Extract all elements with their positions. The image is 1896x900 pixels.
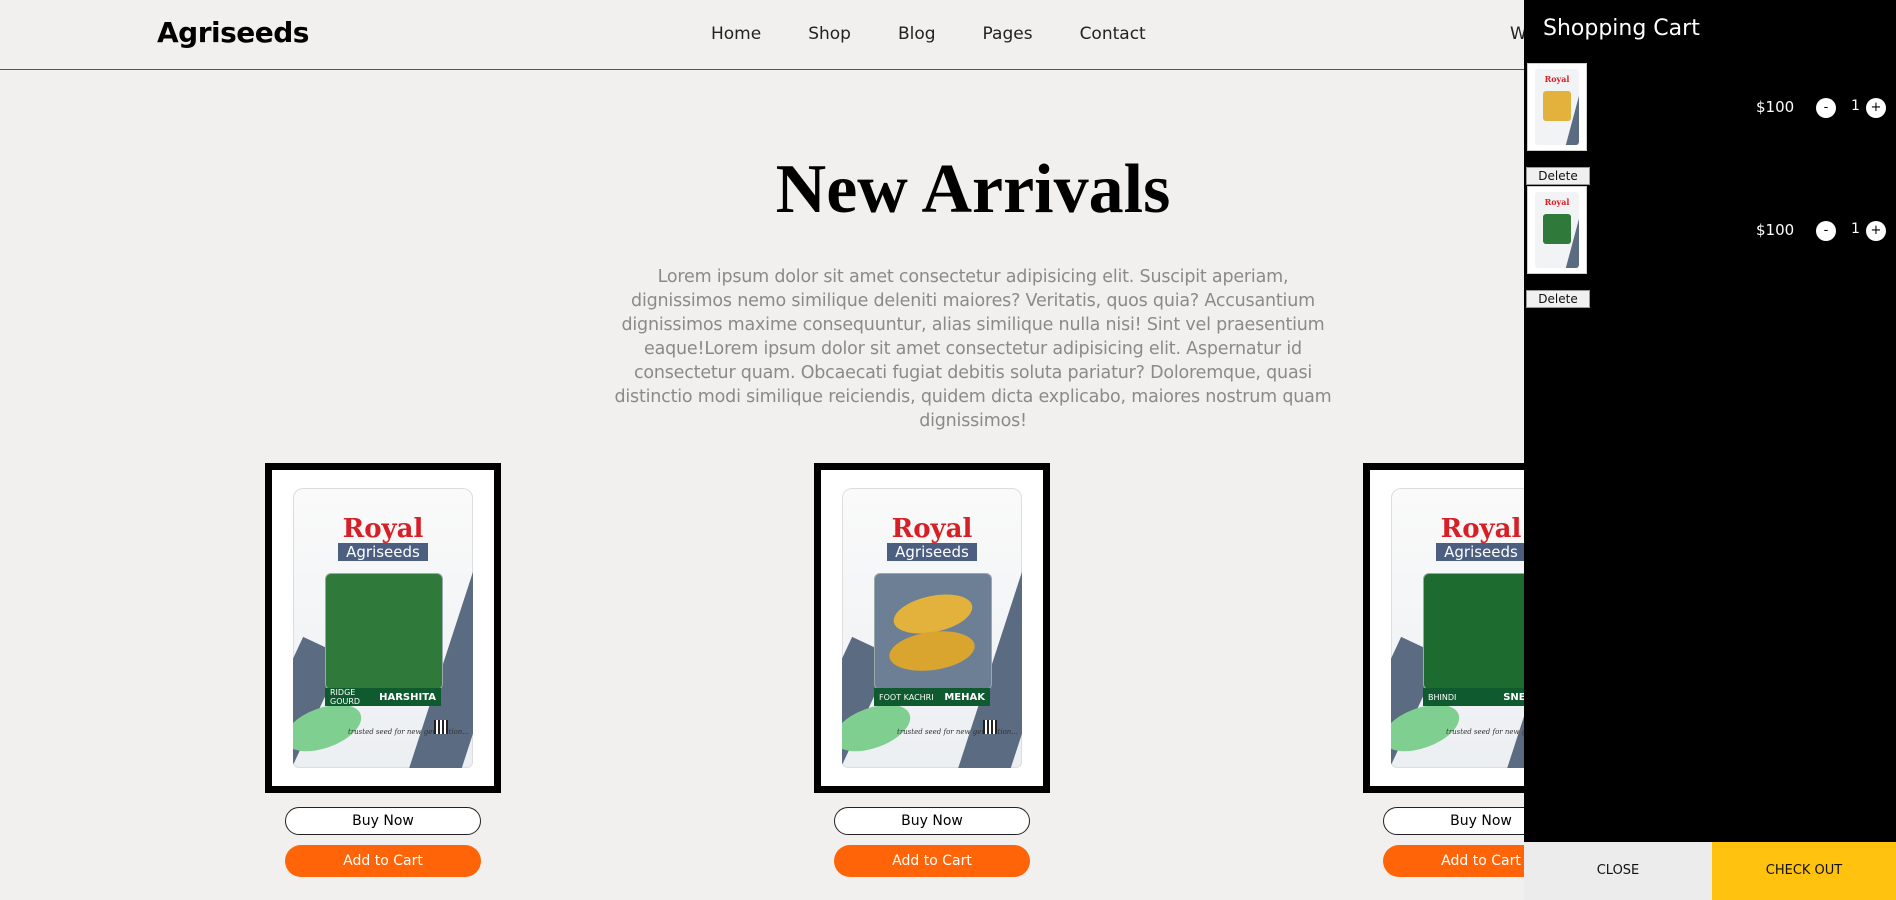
product-image-frame[interactable]: Royal Agriseeds FOOT KACHRI MEHAK truste… (814, 463, 1050, 793)
packet-window (874, 573, 992, 690)
thumb-brand: Royal (1544, 197, 1570, 207)
add-to-cart-button[interactable]: Add to Cart (834, 845, 1030, 877)
packet-crop: BHINDI (1428, 692, 1457, 702)
packet-label-band: RIDGE GOURD HARSHITA (325, 688, 441, 706)
delete-item-button[interactable]: Delete (1526, 290, 1590, 308)
packet-brand: Royal (891, 514, 973, 544)
qr-code-icon (434, 720, 448, 734)
seed-packet-image: Royal Agriseeds RIDGE GOURD HARSHITA tru… (293, 488, 473, 768)
nav-link-contact[interactable]: Contact (1080, 24, 1146, 44)
product-card: Royal Agriseeds RIDGE GOURD HARSHITA tru… (265, 463, 501, 877)
qr-code-icon (983, 720, 997, 734)
cart-item-quantity: 1 (1851, 221, 1860, 237)
packet-brand-sub: Agriseeds (887, 543, 977, 561)
cart-item-price: $100 (1756, 221, 1795, 239)
packet-window (325, 573, 443, 690)
packet-label-band: FOOT KACHRI MEHAK (874, 688, 990, 706)
checkout-button[interactable]: CHECK OUT (1712, 842, 1896, 900)
packet-tagline: trusted seed for new generation... (897, 728, 1018, 736)
buy-now-button[interactable]: Buy Now (285, 807, 481, 835)
packet-variety: HARSHITA (379, 691, 436, 703)
cart-item: Royal $100 - 1 + Delete (1524, 63, 1896, 185)
packet-label-band: BHINDI SNEH (1423, 688, 1539, 706)
buy-now-button[interactable]: Buy Now (834, 807, 1030, 835)
cart-item-thumbnail: Royal (1527, 63, 1587, 151)
nav-link-blog[interactable]: Blog (898, 24, 936, 44)
nav-link-pages[interactable]: Pages (983, 24, 1033, 44)
cart-item-thumbnail: Royal (1527, 186, 1587, 274)
packet-brand-sub: Agriseeds (1436, 543, 1526, 561)
cart-item: Royal $100 - 1 + Delete (1524, 186, 1896, 308)
close-cart-button[interactable]: CLOSE (1524, 842, 1712, 900)
cart-footer: CLOSE CHECK OUT (1524, 842, 1896, 900)
packet-variety: MEHAK (944, 691, 985, 703)
nav-link-home[interactable]: Home (711, 24, 761, 44)
cart-item-price: $100 (1756, 98, 1795, 116)
cart-title: Shopping Cart (1543, 16, 1700, 41)
packet-crop: FOOT KACHRI (879, 692, 934, 702)
seed-packet-image: Royal Agriseeds FOOT KACHRI MEHAK truste… (842, 488, 1022, 768)
shopping-cart-panel: Shopping Cart Royal $100 - 1 + Delete Ro… (1524, 0, 1896, 900)
site-logo[interactable]: Agriseeds (157, 16, 309, 49)
product-card: Royal Agriseeds FOOT KACHRI MEHAK truste… (814, 463, 1050, 877)
thumb-brand: Royal (1544, 74, 1570, 84)
section-description: Lorem ipsum dolor sit amet consectetur a… (614, 267, 1332, 431)
packet-crop: RIDGE GOURD (330, 688, 361, 706)
decrease-qty-button[interactable]: - (1816, 98, 1836, 118)
packet-brand: Royal (342, 514, 424, 544)
increase-qty-button[interactable]: + (1866, 98, 1886, 118)
add-to-cart-button[interactable]: Add to Cart (285, 845, 481, 877)
main-nav: Home Shop Blog Pages Contact (711, 24, 1193, 44)
packet-brand-sub: Agriseeds (338, 543, 428, 561)
product-image-frame[interactable]: Royal Agriseeds RIDGE GOURD HARSHITA tru… (265, 463, 501, 793)
cart-item-quantity: 1 (1851, 98, 1860, 114)
delete-item-button[interactable]: Delete (1526, 167, 1590, 185)
increase-qty-button[interactable]: + (1866, 221, 1886, 241)
nav-link-shop[interactable]: Shop (808, 24, 851, 44)
packet-tagline: trusted seed for new generation... (348, 728, 469, 736)
decrease-qty-button[interactable]: - (1816, 221, 1836, 241)
